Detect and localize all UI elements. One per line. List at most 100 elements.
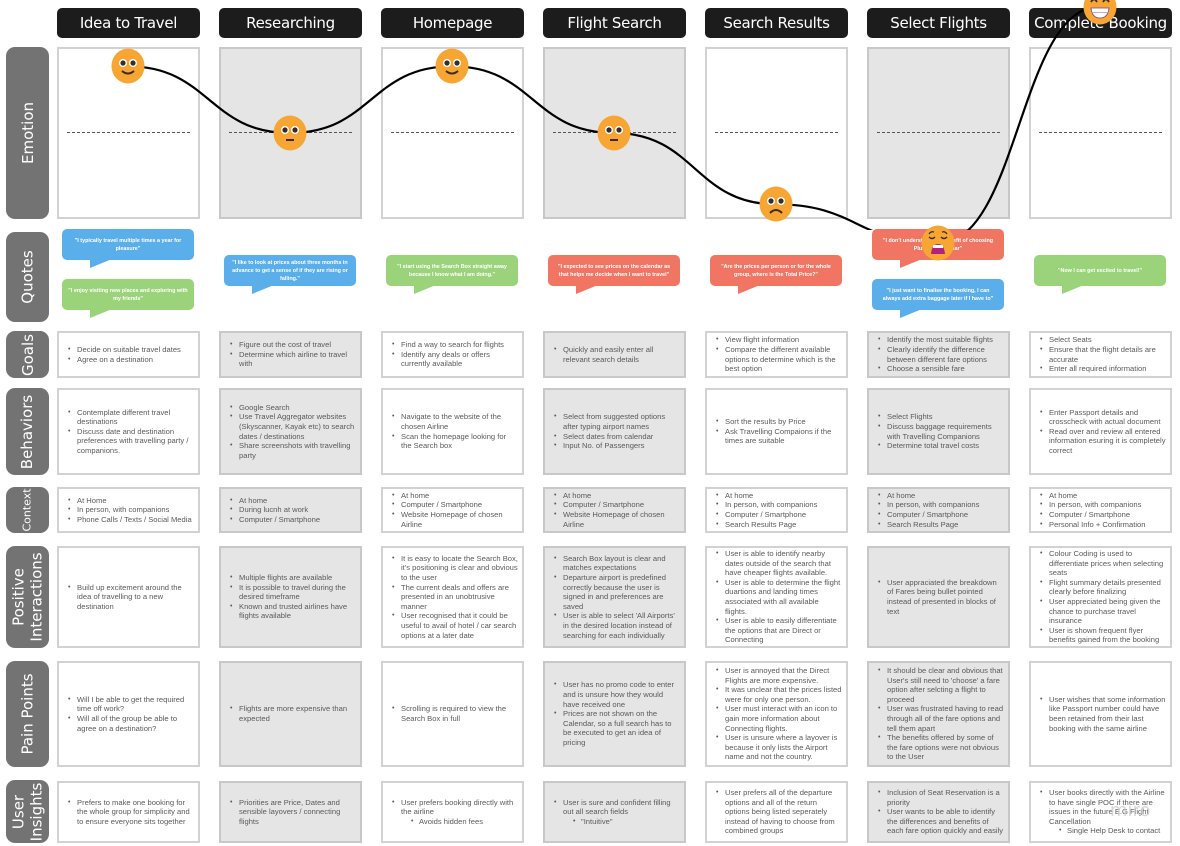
context-item: In person, with companions <box>878 500 1004 510</box>
pain-points-item: It should be clear and obvious that User… <box>878 666 1004 704</box>
quote-bubble-red: "Are the prices per person or for the wh… <box>710 255 842 294</box>
positive-interactions-list: Search Box layout is clear and matches e… <box>545 554 684 640</box>
positive-interactions-cell: Search Box layout is clear and matches e… <box>543 546 686 648</box>
goals-item: Agree on a destination <box>68 355 194 365</box>
behaviors-item: Ask Travelling Compaions if the times ar… <box>716 427 842 446</box>
user-insights-cell: User prefers booking directly with the a… <box>381 781 524 843</box>
goals-list: Figure out the cost of travelDetermine w… <box>221 340 360 369</box>
behaviors-item: Discuss baggage requirements with Travel… <box>878 422 1004 441</box>
pain-points-item: User wishes that some information like P… <box>1040 695 1166 733</box>
positive-interactions-cell: Build up excitement around the idea of t… <box>57 546 200 648</box>
pain-points-cell: Will I be able to get the required time … <box>57 661 200 767</box>
positive-interactions-item: User is able to select 'All Airports' in… <box>554 611 680 640</box>
user-insights-cell: Inclusion of Seat Reservation is a prior… <box>867 781 1010 843</box>
goals-item: Select Seats <box>1040 335 1166 345</box>
behaviors-cell: Google SearchUse Travel Aggregator websi… <box>219 388 362 475</box>
emoji-neutral-icon <box>597 115 631 151</box>
user-insights-item: "Intuitive" <box>563 817 680 827</box>
context-cell: At homeComputer / SmartphoneWebsite Home… <box>543 487 686 533</box>
goals-item: Identify the most suitable flights <box>878 335 1004 345</box>
behaviors-list: Google SearchUse Travel Aggregator websi… <box>221 403 360 461</box>
context-item: Computer / Smartphone <box>878 510 1004 520</box>
user-insights-item: User prefers all of the departure option… <box>716 788 842 836</box>
pain-points-list: User has no promo code to enter and is u… <box>545 680 684 747</box>
context-list: At homeIn person, with companionsCompute… <box>707 491 846 529</box>
behaviors-item: Scan the homepage looking for the Search… <box>392 432 518 451</box>
pain-points-item: The benefits offered by some of the fare… <box>878 733 1004 762</box>
user-insights-list: Inclusion of Seat Reservation is a prior… <box>869 788 1008 836</box>
positive-interactions-item: User recognised that it could be useful … <box>392 611 518 640</box>
emoji-happy-icon <box>111 48 145 84</box>
pain-points-cell: Flights are more expensive than expected <box>219 661 362 767</box>
goals-item: Identify any deals or offers currently a… <box>392 350 518 369</box>
pain-points-cell: User has no promo code to enter and is u… <box>543 661 686 767</box>
positive-interactions-item: Flight summary details presented clearly… <box>1040 578 1166 597</box>
positive-interactions-item: The current deals and offers are present… <box>392 583 518 612</box>
positive-interactions-list: User is able to identify nearby dates ou… <box>707 549 846 645</box>
user-insights-list: Prefers to make one booking for the whol… <box>59 798 198 827</box>
context-item: In person, with companions <box>1040 500 1166 510</box>
goals-item: Compare the different available options … <box>716 345 842 374</box>
goals-item: Enter all required information <box>1040 364 1166 374</box>
goals-item: Clearly identify the difference between … <box>878 345 1004 364</box>
goals-list: Select SeatsEnsure that the flight detai… <box>1031 335 1170 373</box>
user-insights-cell: Priorities are Price, Dates and sensible… <box>219 781 362 843</box>
behaviors-item: Contemplate different travel destination… <box>68 408 194 427</box>
behaviors-list: Sort the results by PriceAsk Travelling … <box>707 417 846 446</box>
context-item: At home <box>392 491 518 501</box>
context-cell: At homeIn person, with companionsCompute… <box>1029 487 1172 533</box>
behaviors-item: Sort the results by Price <box>716 417 842 427</box>
goals-cell: Identify the most suitable flightsClearl… <box>867 331 1010 378</box>
context-list: At homeComputer / SmartphoneWebsite Home… <box>383 491 522 529</box>
goals-cell: View flight informationCompare the diffe… <box>705 331 848 378</box>
positive-interactions-item: It is easy to locate the Search Box, it'… <box>392 554 518 583</box>
quote-bubble-red: "I expected to see prices on the calenda… <box>548 255 680 294</box>
context-item: During lucnh at work <box>230 505 356 515</box>
context-item: Computer / Smartphone <box>554 500 680 510</box>
positive-interactions-item: User is able to identify nearby dates ou… <box>716 549 842 578</box>
emoji-neutral-icon <box>273 115 307 151</box>
behaviors-cell: Sort the results by PriceAsk Travelling … <box>705 388 848 475</box>
pain-points-cell: User wishes that some information like P… <box>1029 661 1172 767</box>
row-label-positive-interactions: Positive Interactions <box>6 546 49 648</box>
behaviors-item: Read over and review all entered informa… <box>1040 427 1166 456</box>
pain-points-item: Prices are not shown on the Calendar, so… <box>554 709 680 747</box>
context-list: At homeDuring lucnh at workComputer / Sm… <box>221 496 360 525</box>
goals-item: Quickly and easily enter all relevant se… <box>554 345 680 364</box>
context-cell: At homeIn person, with companionsCompute… <box>705 487 848 533</box>
positive-interactions-item: Build up excitement around the idea of t… <box>68 583 194 612</box>
behaviors-item: Input No. of Passengers <box>554 441 680 451</box>
context-item: Computer / Smartphone <box>392 500 518 510</box>
goals-cell: Decide on suitable travel datesAgree on … <box>57 331 200 378</box>
behaviors-list: Enter Passport details and crosscheck wi… <box>1031 408 1170 456</box>
pain-points-cell: Scrolling is required to view the Search… <box>381 661 524 767</box>
behaviors-item: Google Search <box>230 403 356 413</box>
context-item: Personal Info + Confirmation <box>1040 520 1166 530</box>
context-item: In person, with companions <box>68 505 194 515</box>
pain-points-item: Will all of the group be able to agree o… <box>68 714 194 733</box>
goals-item: Choose a sensible fare <box>878 364 1004 374</box>
pain-points-item: User is unsure where a layover is becaus… <box>716 733 842 762</box>
pain-points-item: User was frustrated having to read throu… <box>878 704 1004 733</box>
user-insights-item: User is sure and confident filling out a… <box>554 798 680 817</box>
pain-points-item: Scrolling is required to view the Search… <box>392 704 518 723</box>
user-insights-item: User prefers booking directly with the a… <box>392 798 518 817</box>
goals-list: Quickly and easily enter all relevant se… <box>545 345 684 364</box>
behaviors-cell: Select from suggested options after typi… <box>543 388 686 475</box>
goals-item: Determine which airline to travel with <box>230 350 356 369</box>
behaviors-list: Navigate to the website of the chosen Ai… <box>383 412 522 450</box>
behaviors-item: Navigate to the website of the chosen Ai… <box>392 412 518 431</box>
emotion-curve <box>127 5 1101 230</box>
context-list: At homeIn person, with companionsCompute… <box>1031 491 1170 529</box>
goals-cell: Find a way to search for flightsIdentify… <box>381 331 524 378</box>
user-insights-cell: User is sure and confident filling out a… <box>543 781 686 843</box>
emoji-sad-icon <box>759 186 793 222</box>
context-item: At home <box>230 496 356 506</box>
goals-cell: Quickly and easily enter all relevant se… <box>543 331 686 378</box>
context-item: Website Homepage of chosen Airline <box>392 510 518 529</box>
positive-interactions-cell: User appraciated the breakdown of Fares … <box>867 546 1010 648</box>
pain-points-list: Scrolling is required to view the Search… <box>383 704 522 723</box>
goals-item: Find a way to search for flights <box>392 340 518 350</box>
user-insights-list: User prefers all of the departure option… <box>707 788 846 836</box>
emoji-grinning-icon <box>1083 0 1117 25</box>
